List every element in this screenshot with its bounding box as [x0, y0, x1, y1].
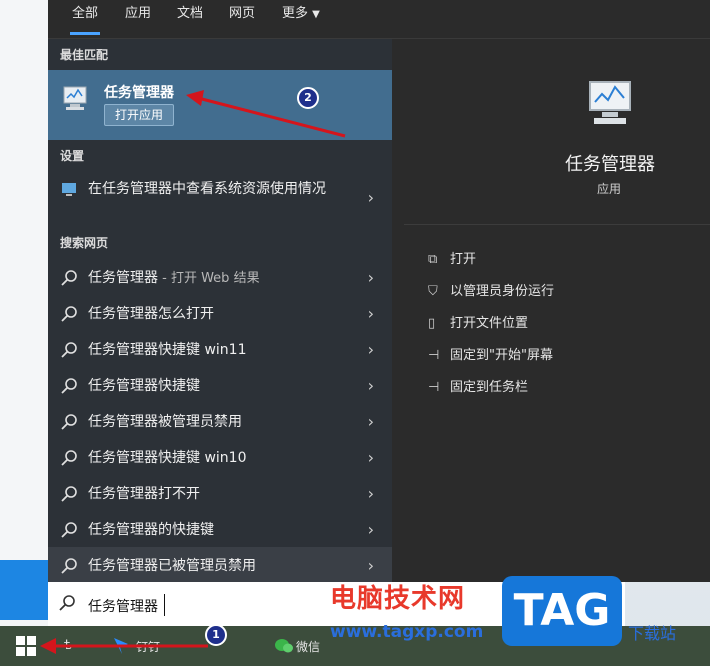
watermark-url: www.tagxp.com — [330, 622, 484, 642]
watermark-text: 电脑技术网 — [330, 584, 466, 614]
annotation-badge-2: 2 — [297, 87, 319, 109]
watermark-side-text: 下载站 — [628, 624, 677, 643]
annotation-badge-1: 1 — [205, 624, 227, 646]
watermark-logo: TAG — [502, 576, 622, 646]
annotation-arrows — [40, 90, 346, 654]
